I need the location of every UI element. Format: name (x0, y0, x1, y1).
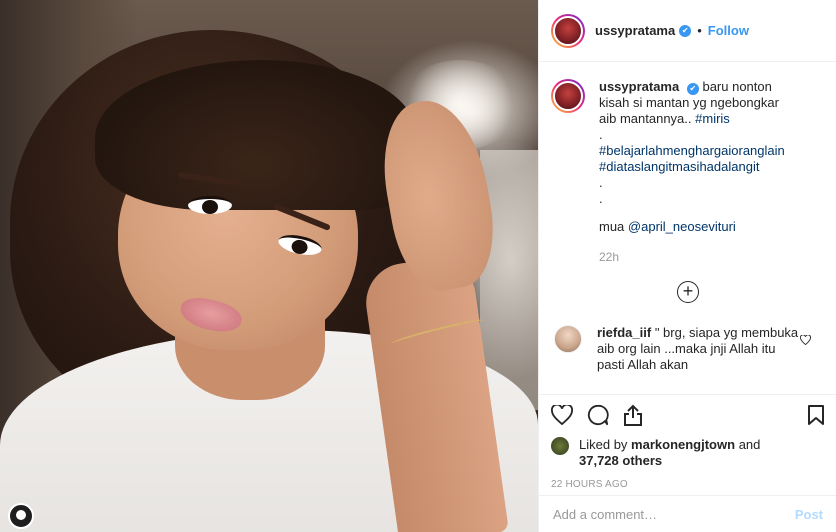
caption-dot: . (599, 127, 603, 142)
author-username[interactable]: ussypratama (595, 23, 675, 38)
action-icons (551, 399, 825, 431)
comment-text: riefda_iif " brg, siapa yg membuka aib o… (597, 325, 802, 373)
caption-username[interactable]: ussypratama (599, 79, 679, 94)
post-side-panel: ussypratama ✔ • Follow ussypratama ✔ bar… (538, 0, 836, 532)
photo-fringe (95, 60, 415, 210)
hashtag-miris[interactable]: #miris (695, 111, 730, 126)
bookmark-icon[interactable] (807, 399, 825, 431)
comment-like-heart-icon[interactable] (800, 334, 811, 348)
caption-text: ussypratama ✔ baru nonton kisah si manta… (599, 79, 799, 265)
comment-item: riefda_iif " brg, siapa yg membuka aib o… (551, 325, 825, 373)
liker-username[interactable]: markonengjtown (631, 437, 735, 452)
post-photo[interactable] (0, 0, 538, 532)
load-more: + (551, 281, 825, 303)
comment-icon[interactable] (587, 399, 623, 431)
load-more-comments-icon[interactable]: + (677, 281, 699, 303)
verified-badge-icon: ✔ (679, 24, 692, 37)
likes-prefix: Liked by (579, 437, 628, 452)
share-icon[interactable] (623, 399, 659, 431)
header-separator: • (697, 23, 702, 38)
caption-avatar[interactable] (551, 79, 585, 113)
post-header: ussypratama ✔ • Follow (539, 0, 836, 62)
caption-dot: . (599, 191, 603, 206)
photo-eye-left (188, 196, 232, 214)
post-timestamp[interactable]: 22 HOURS AGO (551, 479, 825, 490)
likes-summary: Liked by markonengjtown and 37,728 other… (551, 437, 825, 469)
tagged-user-icon[interactable] (8, 503, 34, 529)
likes-count[interactable]: 37,728 others (579, 453, 662, 468)
add-comment-input[interactable]: Add a comment… (553, 507, 795, 522)
mua-label: mua (599, 219, 625, 234)
post-actions: Liked by markonengjtown and 37,728 other… (539, 394, 836, 490)
likes-text: Liked by markonengjtown and 37,728 other… (579, 437, 760, 469)
caption-mua-line: mua @april_neosevituri (599, 219, 799, 235)
caption-dot: . (599, 175, 603, 190)
heart-icon[interactable] (551, 399, 587, 431)
post-comment-button[interactable]: Post (795, 507, 823, 522)
hashtag-diataslangit[interactable]: #diataslangitmasihadalangit (599, 159, 799, 175)
likes-and: and (738, 437, 761, 452)
author-avatar[interactable] (551, 13, 585, 48)
liker-avatar[interactable] (551, 437, 569, 455)
add-comment-bar: Add a comment… Post (539, 495, 836, 532)
commenter-username[interactable]: riefda_iif (597, 325, 651, 340)
hashtag-belajarlah[interactable]: #belajarlahmenghargaioranglain (599, 143, 799, 159)
mua-mention-link[interactable]: @april_neosevituri (628, 219, 736, 234)
caption: ussypratama ✔ baru nonton kisah si manta… (551, 79, 825, 265)
caption-time: 22h (599, 250, 620, 264)
verified-badge-icon: ✔ (686, 83, 699, 95)
commenter-avatar[interactable] (554, 325, 582, 353)
follow-button[interactable]: Follow (708, 23, 749, 38)
comments-list[interactable]: ussypratama ✔ baru nonton kisah si manta… (539, 63, 836, 393)
